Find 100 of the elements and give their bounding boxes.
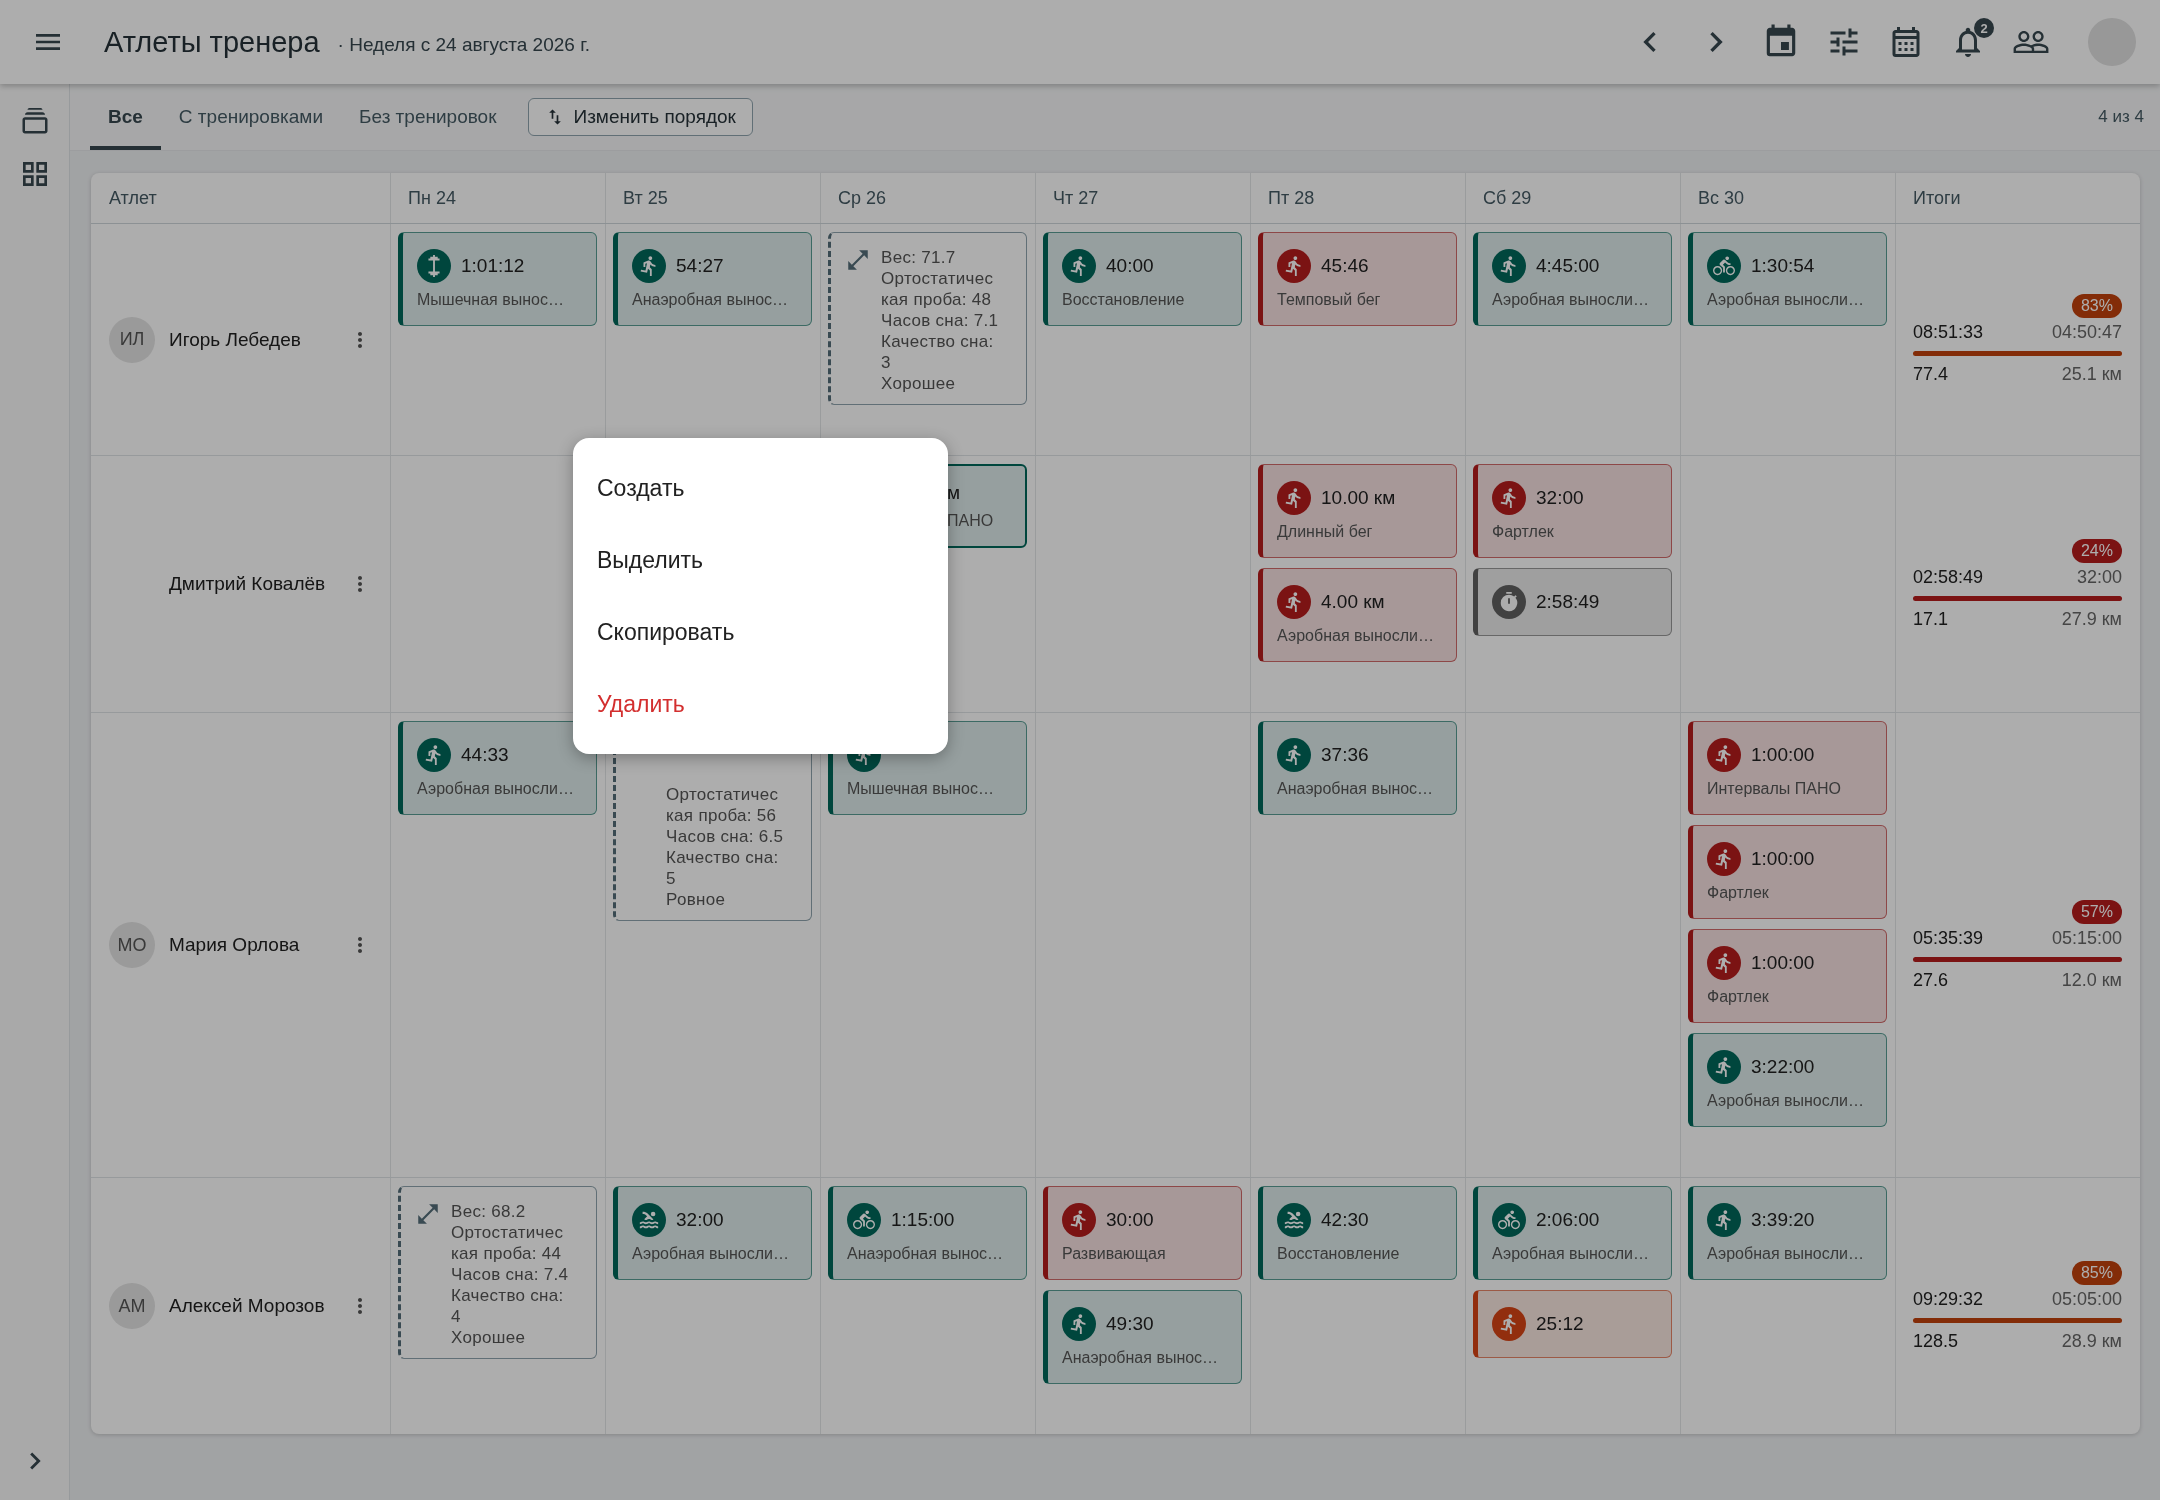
menu-item[interactable]: Скопировать xyxy=(573,596,948,668)
total-distance: 27.6 xyxy=(1913,969,1949,991)
completion-badge: 57% xyxy=(2071,899,2122,924)
workout-card[interactable]: 1:15:00 Анаэробная вынос… xyxy=(828,1186,1027,1280)
page-title: Атлеты тренера xyxy=(104,25,320,59)
workout-type: ПАНО xyxy=(947,512,995,530)
workout-card[interactable]: 1:00:00 Фартлек xyxy=(1688,825,1887,919)
workout-card[interactable]: 40:00 Восстановление xyxy=(1043,232,1242,326)
workout-duration: 25:12 xyxy=(1536,1313,1584,1335)
total-distance: 77.4 xyxy=(1913,364,1949,385)
workout-duration: 2:58:49 xyxy=(1536,591,1600,613)
workout-type: Длинный бег xyxy=(1277,523,1374,541)
metric-text: Вес: 71.7 Ортостатичес кая проба: 48 Часов сна: 7.1 Качество сна: 3 Хорошее xyxy=(881,247,999,394)
workout-type: Анаэробная вынос… xyxy=(847,1245,1005,1263)
workout-card[interactable]: 1:30:54 Аэробная выносли… xyxy=(1688,232,1887,326)
workout-duration: 4:45:00 xyxy=(1536,255,1600,277)
workout-card[interactable]: 37:36 Анаэробная вынос… xyxy=(1258,721,1457,815)
workout-card[interactable]: 3:22:00 Аэробная выносли… xyxy=(1688,1033,1887,1127)
workout-card[interactable]: 4.00 км Аэробная выносли… xyxy=(1258,568,1457,662)
workout-duration: 32:00 xyxy=(1536,487,1584,509)
workout-duration: 49:30 xyxy=(1106,1313,1154,1335)
athlete-avatar: МО xyxy=(109,922,155,968)
total-time: 05:35:39 xyxy=(1913,927,1984,949)
workout-type: Восстановление xyxy=(1277,1245,1401,1263)
planned-distance: 27.9 км xyxy=(2061,608,2122,630)
column-header: Пн 24 xyxy=(390,173,605,224)
workout-duration: м xyxy=(947,482,961,504)
workout-duration: 1:00:00 xyxy=(1751,744,1815,766)
workout-duration: 45:46 xyxy=(1321,255,1369,277)
workout-duration: 1:15:00 xyxy=(891,1209,955,1231)
planned-distance: 12.0 км xyxy=(2061,969,2122,991)
completion-badge: 24% xyxy=(2071,538,2122,563)
completion-badge: 85% xyxy=(2071,1260,2122,1285)
workout-type: Аэробная выносли… xyxy=(1707,291,1865,309)
workout-card[interactable]: 1:01:12 Мышечная вынос… xyxy=(398,232,597,326)
workout-type: Фартлек xyxy=(1707,988,1770,1006)
workout-card[interactable]: 2:06:00 Аэробная выносли… xyxy=(1473,1186,1672,1280)
athlete-name[interactable]: Алексей Морозов xyxy=(169,1295,334,1317)
workout-duration: 1:01:12 xyxy=(461,255,525,277)
workout-duration: 40:00 xyxy=(1106,255,1154,277)
athlete-avatar: АМ xyxy=(109,1283,155,1329)
workout-card[interactable]: 1:00:00 Интервалы ПАНО xyxy=(1688,721,1887,815)
workout-duration: 30:00 xyxy=(1106,1209,1154,1231)
workout-type: Анаэробная вынос… xyxy=(1277,780,1435,798)
metric-card[interactable]: Вес: 68.2 Ортостатичес кая проба: 44 Часов сна: 7.4 Качество сна: 4 Хорошее xyxy=(398,1186,597,1359)
total-distance: 128.5 xyxy=(1913,1330,1959,1352)
workout-duration: 4.00 км xyxy=(1321,591,1385,613)
workout-type: Аэробная выносли… xyxy=(1277,627,1435,645)
menu-item[interactable]: Выделить xyxy=(573,524,948,596)
workout-duration: 2:06:00 xyxy=(1536,1209,1600,1231)
workout-card[interactable]: 54:27 Анаэробная вынос… xyxy=(613,232,812,326)
workout-card[interactable]: 44:33 Аэробная выносли… xyxy=(398,721,597,815)
workout-card[interactable]: 3:39:20 Аэробная выносли… xyxy=(1688,1186,1887,1280)
workout-card[interactable]: 2:58:49 xyxy=(1473,568,1672,636)
workout-card[interactable]: 25:12 xyxy=(1473,1290,1672,1358)
workout-card[interactable]: 32:00 Фартлек xyxy=(1473,464,1672,558)
metric-text: Ортостатичес кая проба: 56 Часов сна: 6.5 Качество сна: 5 Ровное xyxy=(666,784,784,910)
filter-tab[interactable]: Без тренировок xyxy=(341,84,515,150)
workout-duration: 1:30:54 xyxy=(1751,255,1815,277)
athlete-name[interactable]: Игорь Лебедев xyxy=(169,328,334,351)
athlete-name[interactable]: Мария Орлова xyxy=(169,934,334,956)
column-header: Итоги xyxy=(1895,173,2140,224)
workout-card[interactable]: 32:00 Аэробная выносли… xyxy=(613,1186,812,1280)
filter-tab[interactable]: С тренировками xyxy=(160,84,341,150)
completion-badge: 83% xyxy=(2071,294,2122,318)
workout-card[interactable]: 45:46 Темповый бег xyxy=(1258,232,1457,326)
workout-card[interactable]: 30:00 Развивающая xyxy=(1043,1186,1242,1280)
workout-type: Аэробная выносли… xyxy=(632,1245,790,1263)
workout-card[interactable]: 49:30 Анаэробная вынос… xyxy=(1043,1290,1242,1384)
workout-type: Аэробная выносли… xyxy=(417,780,575,798)
workout-type: Анаэробная вынос… xyxy=(632,291,790,309)
planned-time: 32:00 xyxy=(2076,566,2122,588)
reorder-button[interactable]: Изменить порядок xyxy=(528,98,753,136)
filter-tab[interactable]: Все xyxy=(90,84,161,150)
total-time: 08:51:33 xyxy=(1913,322,1984,343)
menu-item[interactable]: Создать xyxy=(573,452,948,524)
column-header: Вс 30 xyxy=(1680,173,1895,224)
week-subtitle: · Неделя с 24 августа 2026 г. xyxy=(337,34,591,56)
workout-duration: 1:00:00 xyxy=(1751,952,1815,974)
workout-duration: 3:22:00 xyxy=(1751,1056,1815,1078)
athlete-count: 4 из 4 xyxy=(2098,107,2144,127)
workout-type: Мышечная вынос… xyxy=(847,780,995,798)
workout-card[interactable]: 1:00:00 Фартлек xyxy=(1688,929,1887,1023)
workout-type: Темповый бег xyxy=(1277,291,1382,309)
workout-duration: 37:36 xyxy=(1321,744,1369,766)
planned-distance: 25.1 км xyxy=(2061,364,2122,385)
column-header: Пт 28 xyxy=(1250,173,1465,224)
total-time: 02:58:49 xyxy=(1913,566,1984,588)
column-header: Сб 29 xyxy=(1465,173,1680,224)
metric-card[interactable]: Вес: 71.7 Ортостатичес кая проба: 48 Часов сна: 7.1 Качество сна: 3 Хорошее xyxy=(828,232,1027,405)
athlete-name[interactable]: Дмитрий Ковалёв xyxy=(169,573,334,595)
workout-type: Восстановление xyxy=(1062,291,1186,309)
total-time: 09:29:32 xyxy=(1913,1288,1984,1310)
workout-card[interactable]: 10.00 км Длинный бег xyxy=(1258,464,1457,558)
workout-duration: 3:39:20 xyxy=(1751,1209,1815,1231)
workout-card[interactable]: 42:30 Восстановление xyxy=(1258,1186,1457,1280)
planned-time: 04:50:47 xyxy=(2051,322,2122,343)
workout-duration: 1:00:00 xyxy=(1751,848,1815,870)
workout-card[interactable]: 4:45:00 Аэробная выносли… xyxy=(1473,232,1672,326)
workout-duration: 10.00 км xyxy=(1321,487,1396,509)
